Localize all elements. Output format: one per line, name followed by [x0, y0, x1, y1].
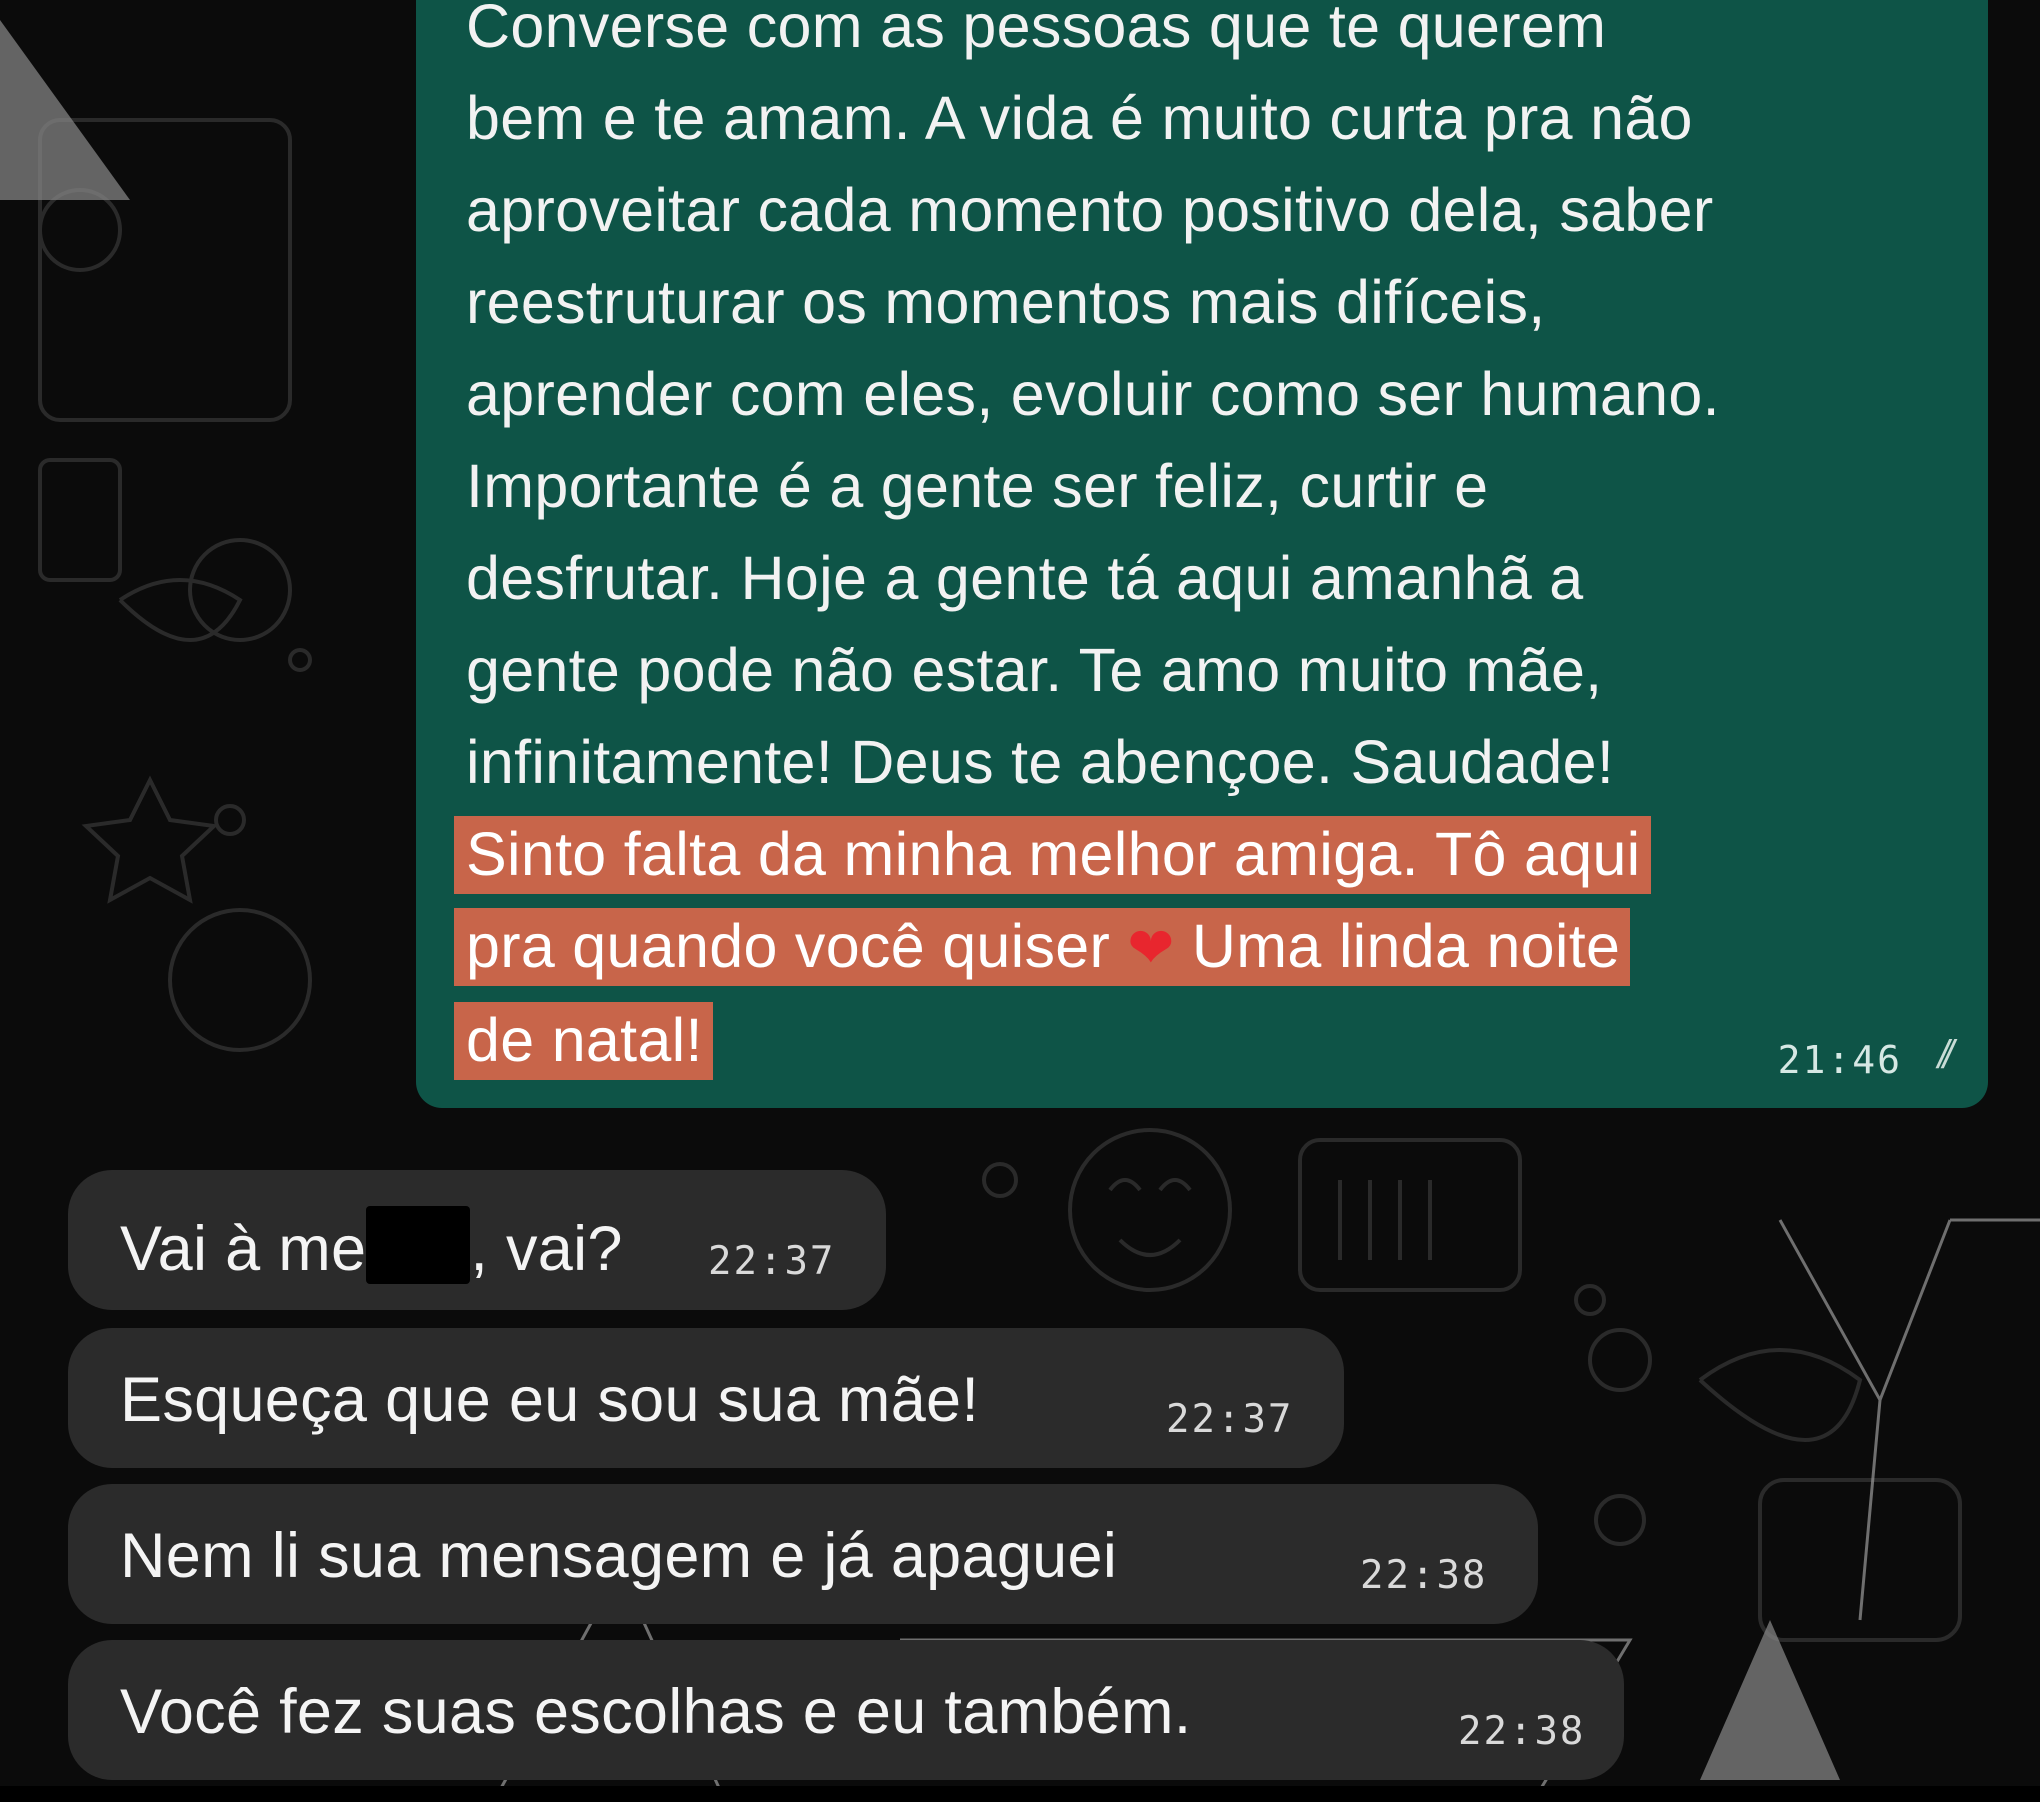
message-line: gente pode não estar. Te amo muito mãe,	[466, 636, 1603, 704]
received-message-bubble[interactable]: Nem li sua mensagem e já apaguei 22:38	[68, 1484, 1538, 1624]
highlighted-line: pra quando você quiser ❤ Uma linda noite	[454, 900, 1936, 994]
sent-message-bubble[interactable]: Converse com as pessoas que te querem be…	[416, 0, 1988, 1108]
highlighted-text: Sinto falta da minha melhor amiga. Tô aq…	[454, 816, 1651, 894]
highlighted-text: pra quando você quiser	[466, 912, 1111, 980]
highlighted-line: de natal!	[454, 994, 1936, 1086]
message-line: infinitamente! Deus te abençoe. Saudade!	[466, 728, 1615, 796]
redaction-box	[366, 1206, 471, 1284]
received-message-bubble[interactable]: Você fez suas escolhas e eu também. 22:3…	[68, 1640, 1624, 1780]
message-line: reestruturar os momentos mais difíceis,	[466, 268, 1546, 336]
message-line: aproveitar cada momento positivo dela, s…	[466, 176, 1714, 244]
message-timestamp: 22:38	[1458, 1709, 1586, 1754]
message-text: Nem li sua mensagem e já apaguei	[120, 1521, 1118, 1591]
bottom-edge	[0, 1786, 2040, 1802]
message-text-part: Vai à me	[120, 1214, 367, 1284]
message-timestamp: 22:37	[708, 1239, 836, 1284]
message-line: aprender com eles, evoluir como ser huma…	[466, 360, 1720, 428]
highlighted-text: Uma linda noite	[1191, 912, 1621, 980]
read-receipt-icon: //	[1937, 1033, 1954, 1077]
message-timestamp: 22:37	[1166, 1397, 1294, 1442]
message-text-part: , vai?	[470, 1214, 623, 1284]
received-message-bubble[interactable]: Esqueça que eu sou sua mãe! 22:37	[68, 1328, 1344, 1468]
message-line: Converse com as pessoas que te querem	[466, 0, 1607, 60]
received-message-bubble[interactable]: Vai à me , vai? 22:37	[68, 1170, 886, 1310]
message-timestamp: 22:38	[1360, 1553, 1488, 1598]
highlighted-text-group: pra quando você quiser ❤ Uma linda noite	[454, 908, 1631, 986]
highlighted-text: de natal!	[454, 1002, 713, 1080]
message-line: Importante é a gente ser feliz, curtir e	[466, 452, 1489, 520]
message-timestamp: 21:46	[1777, 1038, 1902, 1082]
highlighted-line: Sinto falta da minha melhor amiga. Tô aq…	[454, 808, 1936, 900]
message-text: Vai à me , vai?	[120, 1206, 623, 1285]
message-text: Você fez suas escolhas e eu também.	[120, 1677, 1192, 1747]
message-line: bem e te amam. A vida é muito curta pra …	[466, 84, 1693, 152]
message-text: Esqueça que eu sou sua mãe!	[120, 1365, 980, 1435]
message-line: desfrutar. Hoje a gente tá aqui amanhã a	[466, 544, 1584, 612]
heart-emoji-icon: ❤	[1127, 916, 1175, 979]
